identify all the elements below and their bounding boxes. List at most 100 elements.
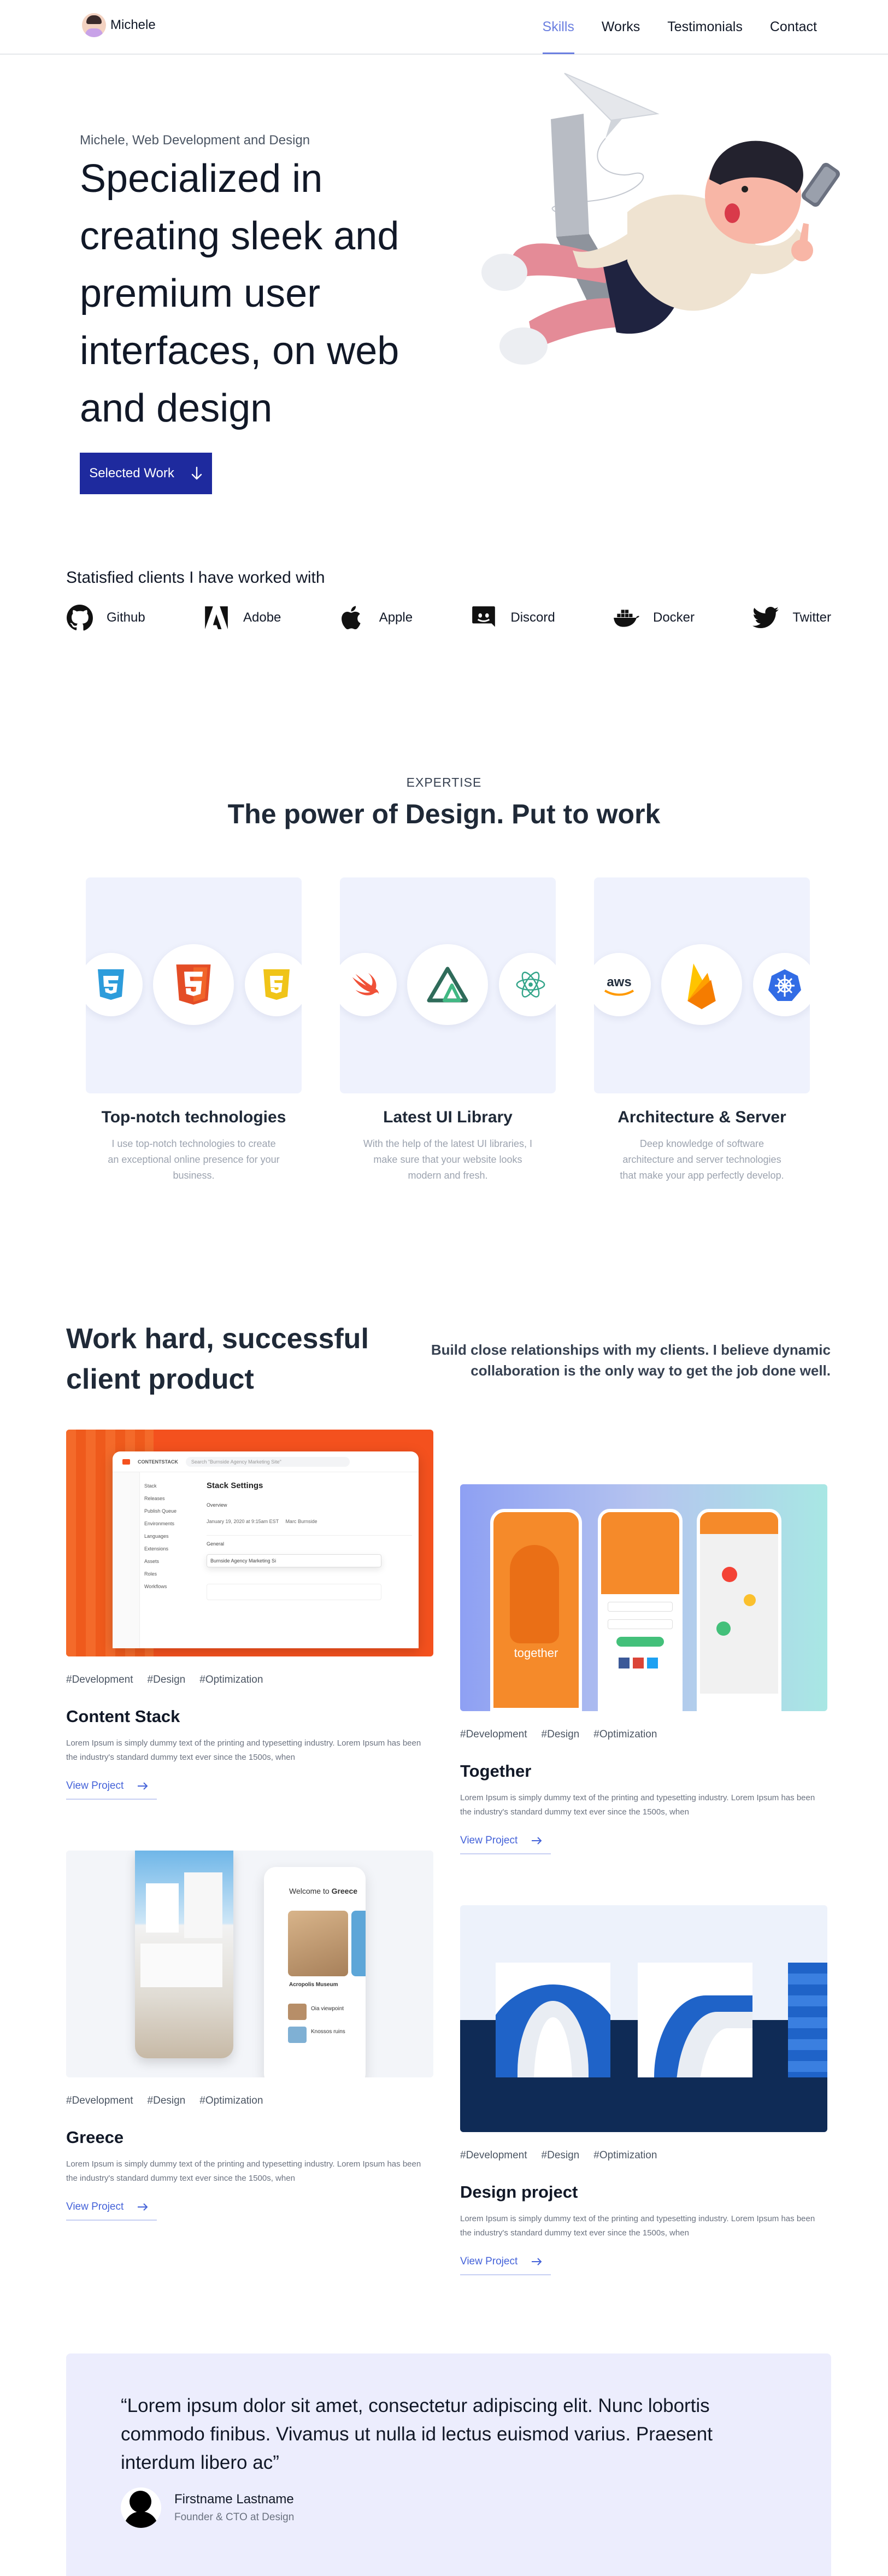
tag: #Design: [541, 2150, 580, 2161]
nav-link-contact[interactable]: Contact: [770, 0, 817, 54]
project-desc: Lorem Ipsum is simply dummy text of the …: [66, 1738, 421, 1762]
client-label: Adobe: [243, 610, 281, 625]
expertise-card-desc: With the help of the latest UI libraries…: [363, 1138, 533, 1181]
selected-work-label: Selected Work: [89, 466, 174, 481]
clients-list: Github Adobe Apple Discord Docker Twitte…: [66, 604, 831, 631]
view-project-link[interactable]: View Project: [66, 1780, 157, 1800]
author-role: Founder & CTO at Design: [174, 2511, 295, 2523]
client-twitter[interactable]: Twitter: [752, 604, 831, 631]
project-image[interactable]: Welcome to Greece Acropolis Museum Oia v…: [66, 1851, 433, 2077]
main-menu: Skills Works Testimonials Contact: [542, 0, 817, 55]
project-desc: Lorem Ipsum is simply dummy text of the …: [460, 1793, 815, 1817]
arrow-right-icon: [138, 1782, 148, 1790]
sass-icon: [245, 953, 302, 1016]
view-project-link[interactable]: View Project: [460, 1835, 551, 1854]
testimonial-quote: “Lorem ipsum dolor sit amet, consectetur…: [121, 2395, 713, 2473]
tag: #Optimization: [199, 2095, 263, 2106]
client-label: Apple: [379, 610, 413, 625]
tag: #Optimization: [593, 1729, 657, 1740]
project-image[interactable]: [460, 1905, 827, 2132]
nav-link-works[interactable]: Works: [602, 0, 640, 54]
hero-title: Specialized in creating sleek and premiu…: [80, 157, 399, 430]
author-name: Firstname Lastname: [174, 2492, 294, 2507]
view-project-link[interactable]: View Project: [460, 2256, 551, 2275]
client-apple[interactable]: Apple: [339, 604, 413, 631]
expertise-card-desc: I use top-notch technologies to create a…: [108, 1138, 280, 1181]
swift-icon: [340, 953, 397, 1016]
project-card-together: together #Development #Design #Optimizat…: [460, 1484, 827, 1854]
client-docker[interactable]: Docker: [613, 604, 695, 631]
nav-link-skills[interactable]: Skills: [542, 0, 575, 54]
expertise-card-desc: Deep knowledge of software architecture …: [620, 1138, 784, 1181]
tag: #Design: [147, 2095, 186, 2106]
client-adobe[interactable]: Adobe: [203, 604, 281, 631]
tag: #Development: [66, 1674, 133, 1685]
top-navbar: Michele Skills Works Testimonials Contac…: [0, 0, 888, 55]
project-card-design-project: #Development #Design #Optimization Desig…: [460, 1905, 827, 2275]
tag: #Design: [541, 1729, 580, 1740]
avatar: [82, 13, 106, 37]
client-github[interactable]: Github: [66, 604, 145, 631]
github-icon: [67, 605, 93, 631]
client-label: Docker: [653, 610, 695, 625]
adobe-icon: [205, 606, 228, 629]
arrow-down-icon: [191, 466, 202, 480]
avatar: [121, 2487, 161, 2528]
client-label: Discord: [510, 610, 555, 625]
aws-icon: aws: [594, 953, 651, 1016]
nuxt-icon: [407, 944, 488, 1025]
expertise-label: EXPERTISE: [406, 775, 482, 789]
expertise-card-technologies: [86, 877, 302, 1093]
react-icon: [499, 953, 556, 1016]
arrow-right-icon: [532, 1837, 542, 1845]
project-desc: Lorem Ipsum is simply dummy text of the …: [66, 2159, 421, 2183]
project-desc: Lorem Ipsum is simply dummy text of the …: [460, 2214, 815, 2238]
expertise-title: The power of Design. Put to work: [227, 799, 661, 829]
css3-icon: [86, 953, 143, 1016]
cs-side-menu: Stack Releases Publish Queue Environment…: [144, 1483, 177, 1589]
expertise-card-title: Latest UI Library: [383, 1108, 513, 1126]
brand-name: Michele: [110, 17, 156, 32]
client-discord[interactable]: Discord: [470, 604, 555, 631]
arrow-right-icon: [532, 2258, 542, 2265]
testimonial-author: Firstname Lastname Founder & CTO at Desi…: [121, 2487, 294, 2528]
project-tags: #Development #Design #Optimization: [66, 2095, 433, 2107]
firebase-icon: [661, 944, 742, 1025]
view-project-link[interactable]: View Project: [66, 2201, 157, 2221]
project-tags: #Development #Design #Optimization: [460, 1729, 827, 1741]
expertise-card-ui-library: [340, 877, 556, 1093]
twitter-icon: [752, 607, 779, 628]
brand-logo[interactable]: Michele: [82, 13, 156, 37]
docker-icon: [614, 610, 639, 627]
tag: #Development: [460, 2150, 527, 2161]
project-title: Design project: [460, 2182, 578, 2202]
work-title: Work hard, successful client product: [66, 1323, 369, 1395]
hero-subtitle: Michele, Web Development and Design: [80, 133, 310, 148]
cs-search: Search "Burnside Agency Marketing Site": [185, 1456, 350, 1467]
project-image[interactable]: together: [460, 1484, 827, 1711]
selected-work-button[interactable]: Selected Work: [80, 453, 212, 494]
client-label: Twitter: [792, 610, 831, 625]
expertise-card-title: Architecture & Server: [618, 1108, 786, 1126]
nav-link-testimonials[interactable]: Testimonials: [667, 0, 743, 54]
tag: #Design: [147, 1674, 186, 1685]
hero-illustration: [481, 73, 840, 365]
arrow-right-icon: [138, 2203, 148, 2211]
project-tags: #Development #Design #Optimization: [66, 1674, 433, 1686]
tag: #Optimization: [199, 1674, 263, 1685]
clients-title: Statisfied clients I have worked with: [66, 569, 325, 587]
tag: #Development: [460, 1729, 527, 1740]
work-subtitle: Build close relationships with my client…: [431, 1342, 831, 1379]
html5-icon: [153, 944, 234, 1025]
project-card-content-stack: CONTENTSTACK Search "Burnside Agency Mar…: [66, 1430, 433, 1800]
cs-brand: CONTENTSTACK: [138, 1459, 178, 1465]
kubernetes-icon: [753, 953, 810, 1016]
project-title: Together: [460, 1761, 532, 1781]
discord-icon: [472, 606, 496, 627]
expertise-card-title: Top-notch technologies: [101, 1108, 286, 1126]
project-tags: #Development #Design #Optimization: [460, 2150, 827, 2162]
tag: #Development: [66, 2095, 133, 2106]
project-image[interactable]: CONTENTSTACK Search "Burnside Agency Mar…: [66, 1430, 433, 1656]
tag: #Optimization: [593, 2150, 657, 2161]
expertise-card-architecture: aws: [594, 877, 810, 1093]
